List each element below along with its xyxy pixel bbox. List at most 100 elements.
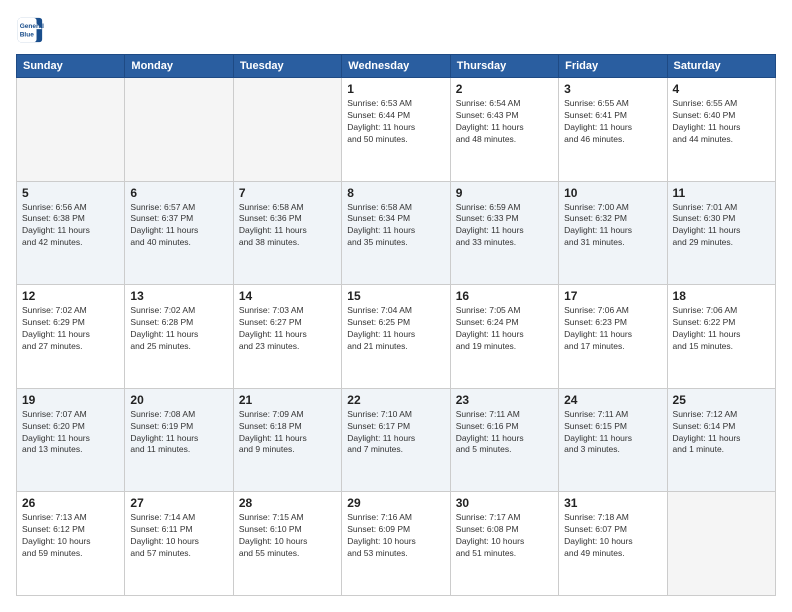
day-info: Sunrise: 7:16 AM Sunset: 6:09 PM Dayligh… xyxy=(347,512,444,560)
day-info: Sunrise: 6:55 AM Sunset: 6:41 PM Dayligh… xyxy=(564,98,661,146)
day-number: 27 xyxy=(130,496,227,510)
weekday-header-saturday: Saturday xyxy=(667,55,775,78)
calendar-day-cell: 1 Sunrise: 6:53 AM Sunset: 6:44 PM Daylig… xyxy=(342,78,450,182)
day-info: Sunrise: 7:09 AM Sunset: 6:18 PM Dayligh… xyxy=(239,409,336,457)
day-number: 4 xyxy=(673,82,770,96)
calendar-day-cell: 10 Sunrise: 7:00 AM Sunset: 6:32 PM Dayli… xyxy=(559,181,667,285)
day-number: 30 xyxy=(456,496,553,510)
day-number: 22 xyxy=(347,393,444,407)
calendar-day-cell: 13 Sunrise: 7:02 AM Sunset: 6:28 PM Dayli… xyxy=(125,285,233,389)
day-number: 25 xyxy=(673,393,770,407)
calendar-table: SundayMondayTuesdayWednesdayThursdayFrid… xyxy=(16,54,776,596)
day-number: 29 xyxy=(347,496,444,510)
calendar-day-cell: 23 Sunrise: 7:11 AM Sunset: 6:16 PM Dayli… xyxy=(450,388,558,492)
calendar-day-cell: 4 Sunrise: 6:55 AM Sunset: 6:40 PM Daylig… xyxy=(667,78,775,182)
day-info: Sunrise: 6:56 AM Sunset: 6:38 PM Dayligh… xyxy=(22,202,119,250)
calendar-week-row: 12 Sunrise: 7:02 AM Sunset: 6:29 PM Dayli… xyxy=(17,285,776,389)
day-info: Sunrise: 7:02 AM Sunset: 6:29 PM Dayligh… xyxy=(22,305,119,353)
day-info: Sunrise: 7:17 AM Sunset: 6:08 PM Dayligh… xyxy=(456,512,553,560)
calendar-day-cell: 16Sunrise: 7:05 AM Sunset: 6:24 PM Dayli… xyxy=(450,285,558,389)
day-info: Sunrise: 7:07 AM Sunset: 6:20 PM Dayligh… xyxy=(22,409,119,457)
day-info: Sunrise: 7:03 AM Sunset: 6:27 PM Dayligh… xyxy=(239,305,336,353)
day-number: 10 xyxy=(564,186,661,200)
day-info: Sunrise: 7:08 AM Sunset: 6:19 PM Dayligh… xyxy=(130,409,227,457)
calendar-day-cell: 21 Sunrise: 7:09 AM Sunset: 6:18 PM Dayli… xyxy=(233,388,341,492)
day-number: 17 xyxy=(564,289,661,303)
day-info: Sunrise: 6:53 AM Sunset: 6:44 PM Dayligh… xyxy=(347,98,444,146)
weekday-header-wednesday: Wednesday xyxy=(342,55,450,78)
weekday-header-row: SundayMondayTuesdayWednesdayThursdayFrid… xyxy=(17,55,776,78)
day-info: Sunrise: 7:11 AM Sunset: 6:15 PM Dayligh… xyxy=(564,409,661,457)
calendar-day-cell xyxy=(233,78,341,182)
day-number: 5 xyxy=(22,186,119,200)
weekday-header-sunday: Sunday xyxy=(17,55,125,78)
calendar-day-cell xyxy=(17,78,125,182)
day-info: Sunrise: 7:04 AM Sunset: 6:25 PM Dayligh… xyxy=(347,305,444,353)
day-info: Sunrise: 6:58 AM Sunset: 6:36 PM Dayligh… xyxy=(239,202,336,250)
day-number: 6 xyxy=(130,186,227,200)
day-info: Sunrise: 7:10 AM Sunset: 6:17 PM Dayligh… xyxy=(347,409,444,457)
calendar-day-cell: 12 Sunrise: 7:02 AM Sunset: 6:29 PM Dayli… xyxy=(17,285,125,389)
day-info: Sunrise: 7:12 AM Sunset: 6:14 PM Dayligh… xyxy=(673,409,770,457)
weekday-header-tuesday: Tuesday xyxy=(233,55,341,78)
day-number: 2 xyxy=(456,82,553,96)
day-info: Sunrise: 7:13 AM Sunset: 6:12 PM Dayligh… xyxy=(22,512,119,560)
day-number: 23 xyxy=(456,393,553,407)
weekday-header-thursday: Thursday xyxy=(450,55,558,78)
calendar-day-cell: 20 Sunrise: 7:08 AM Sunset: 6:19 PM Dayli… xyxy=(125,388,233,492)
header: General Blue xyxy=(16,16,776,44)
logo: General Blue xyxy=(16,16,48,44)
day-info: Sunrise: 6:58 AM Sunset: 6:34 PM Dayligh… xyxy=(347,202,444,250)
calendar-day-cell: 2 Sunrise: 6:54 AM Sunset: 6:43 PM Daylig… xyxy=(450,78,558,182)
calendar-day-cell: 15 Sunrise: 7:04 AM Sunset: 6:25 PM Dayli… xyxy=(342,285,450,389)
day-number: 20 xyxy=(130,393,227,407)
calendar-day-cell: 7 Sunrise: 6:58 AM Sunset: 6:36 PM Daylig… xyxy=(233,181,341,285)
day-number: 21 xyxy=(239,393,336,407)
day-info: Sunrise: 6:55 AM Sunset: 6:40 PM Dayligh… xyxy=(673,98,770,146)
calendar-day-cell: 3Sunrise: 6:55 AM Sunset: 6:41 PM Daylig… xyxy=(559,78,667,182)
page: General Blue SundayMondayTuesdayWednesda… xyxy=(0,0,792,612)
day-info: Sunrise: 7:11 AM Sunset: 6:16 PM Dayligh… xyxy=(456,409,553,457)
day-number: 12 xyxy=(22,289,119,303)
day-number: 19 xyxy=(22,393,119,407)
weekday-header-monday: Monday xyxy=(125,55,233,78)
day-info: Sunrise: 7:18 AM Sunset: 6:07 PM Dayligh… xyxy=(564,512,661,560)
calendar-day-cell: 8Sunrise: 6:58 AM Sunset: 6:34 PM Daylig… xyxy=(342,181,450,285)
svg-text:General: General xyxy=(20,23,44,30)
calendar-day-cell: 6 Sunrise: 6:57 AM Sunset: 6:37 PM Daylig… xyxy=(125,181,233,285)
calendar-day-cell: 27Sunrise: 7:14 AM Sunset: 6:11 PM Dayli… xyxy=(125,492,233,596)
day-number: 13 xyxy=(130,289,227,303)
day-number: 15 xyxy=(347,289,444,303)
calendar-day-cell xyxy=(125,78,233,182)
calendar-day-cell: 22 Sunrise: 7:10 AM Sunset: 6:17 PM Dayli… xyxy=(342,388,450,492)
day-number: 26 xyxy=(22,496,119,510)
calendar-week-row: 5 Sunrise: 6:56 AM Sunset: 6:38 PM Daylig… xyxy=(17,181,776,285)
day-number: 7 xyxy=(239,186,336,200)
calendar-day-cell: 9Sunrise: 6:59 AM Sunset: 6:33 PM Daylig… xyxy=(450,181,558,285)
calendar-day-cell: 29 Sunrise: 7:16 AM Sunset: 6:09 PM Dayli… xyxy=(342,492,450,596)
calendar-day-cell xyxy=(667,492,775,596)
day-info: Sunrise: 7:02 AM Sunset: 6:28 PM Dayligh… xyxy=(130,305,227,353)
calendar-day-cell: 24 Sunrise: 7:11 AM Sunset: 6:15 PM Dayli… xyxy=(559,388,667,492)
day-number: 24 xyxy=(564,393,661,407)
day-number: 9 xyxy=(456,186,553,200)
day-number: 1 xyxy=(347,82,444,96)
weekday-header-friday: Friday xyxy=(559,55,667,78)
day-number: 31 xyxy=(564,496,661,510)
day-number: 16 xyxy=(456,289,553,303)
calendar-day-cell: 17Sunrise: 7:06 AM Sunset: 6:23 PM Dayli… xyxy=(559,285,667,389)
calendar-day-cell: 25 Sunrise: 7:12 AM Sunset: 6:14 PM Dayli… xyxy=(667,388,775,492)
calendar-day-cell: 31 Sunrise: 7:18 AM Sunset: 6:07 PM Dayli… xyxy=(559,492,667,596)
day-number: 28 xyxy=(239,496,336,510)
day-info: Sunrise: 6:57 AM Sunset: 6:37 PM Dayligh… xyxy=(130,202,227,250)
day-info: Sunrise: 7:15 AM Sunset: 6:10 PM Dayligh… xyxy=(239,512,336,560)
calendar-day-cell: 28 Sunrise: 7:15 AM Sunset: 6:10 PM Dayli… xyxy=(233,492,341,596)
day-info: Sunrise: 6:54 AM Sunset: 6:43 PM Dayligh… xyxy=(456,98,553,146)
calendar-day-cell: 18Sunrise: 7:06 AM Sunset: 6:22 PM Dayli… xyxy=(667,285,775,389)
svg-text:Blue: Blue xyxy=(20,32,34,39)
calendar-week-row: 19 Sunrise: 7:07 AM Sunset: 6:20 PM Dayli… xyxy=(17,388,776,492)
day-info: Sunrise: 7:00 AM Sunset: 6:32 PM Dayligh… xyxy=(564,202,661,250)
day-number: 14 xyxy=(239,289,336,303)
calendar-week-row: 26 Sunrise: 7:13 AM Sunset: 6:12 PM Dayli… xyxy=(17,492,776,596)
logo-icon: General Blue xyxy=(16,16,44,44)
